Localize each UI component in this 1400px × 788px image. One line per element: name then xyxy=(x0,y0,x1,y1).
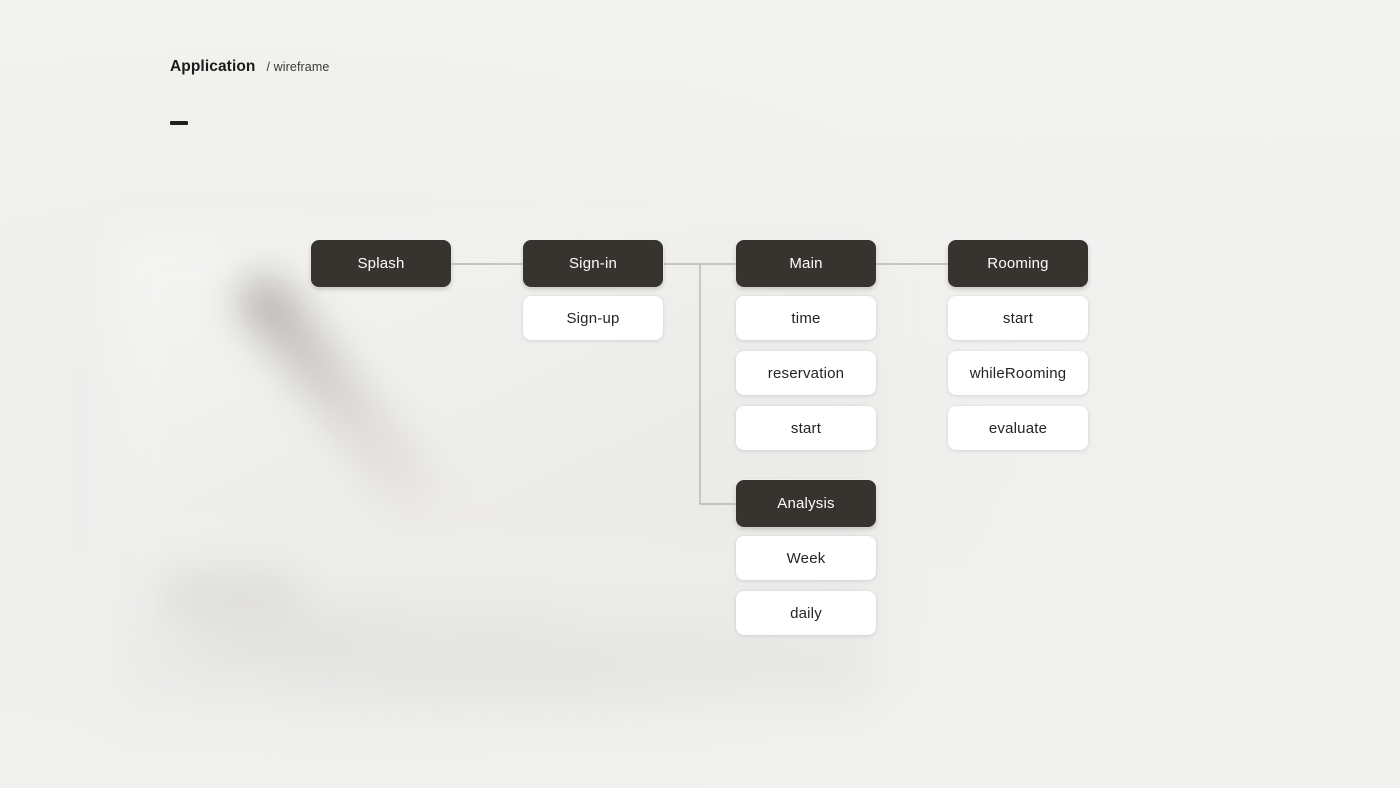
node-label: Sign-in xyxy=(568,255,618,272)
node-analysis-week[interactable]: Week xyxy=(736,536,876,580)
sitemap-flow-diagram: Splash Sign-in Sign-up Main time reserva… xyxy=(0,0,1400,788)
node-main[interactable]: Main xyxy=(736,240,876,287)
node-label: Rooming xyxy=(987,255,1049,272)
node-sign-up[interactable]: Sign-up xyxy=(523,296,663,340)
node-rooming[interactable]: Rooming xyxy=(948,240,1088,287)
node-label: Sign-up xyxy=(566,309,620,327)
node-label: Week xyxy=(786,549,826,567)
node-analysis-daily[interactable]: daily xyxy=(736,591,876,635)
node-label: Analysis xyxy=(777,495,835,512)
node-rooming-evaluate[interactable]: evaluate xyxy=(948,406,1088,450)
node-main-time[interactable]: time xyxy=(736,296,876,340)
node-splash[interactable]: Splash xyxy=(311,240,451,287)
node-label: Main xyxy=(789,255,823,272)
node-label: start xyxy=(1002,309,1034,327)
node-main-start[interactable]: start xyxy=(736,406,876,450)
connector-signin-to-analysis xyxy=(699,264,736,505)
connector-lines xyxy=(451,263,948,505)
node-label: start xyxy=(790,419,822,437)
node-label: evaluate xyxy=(988,419,1048,437)
node-sign-in[interactable]: Sign-in xyxy=(523,240,663,287)
node-rooming-start[interactable]: start xyxy=(948,296,1088,340)
node-main-reservation[interactable]: reservation xyxy=(736,351,876,395)
node-analysis[interactable]: Analysis xyxy=(736,480,876,527)
node-label: Splash xyxy=(357,255,405,272)
node-rooming-whilerooming[interactable]: whileRooming xyxy=(948,351,1088,395)
node-label: reservation xyxy=(767,364,845,382)
node-label: whileRooming xyxy=(969,364,1067,382)
node-label: time xyxy=(791,309,821,327)
node-label: daily xyxy=(790,604,822,622)
wireframe-canvas: Application / wireframe Splash Sign-in S… xyxy=(0,0,1400,788)
